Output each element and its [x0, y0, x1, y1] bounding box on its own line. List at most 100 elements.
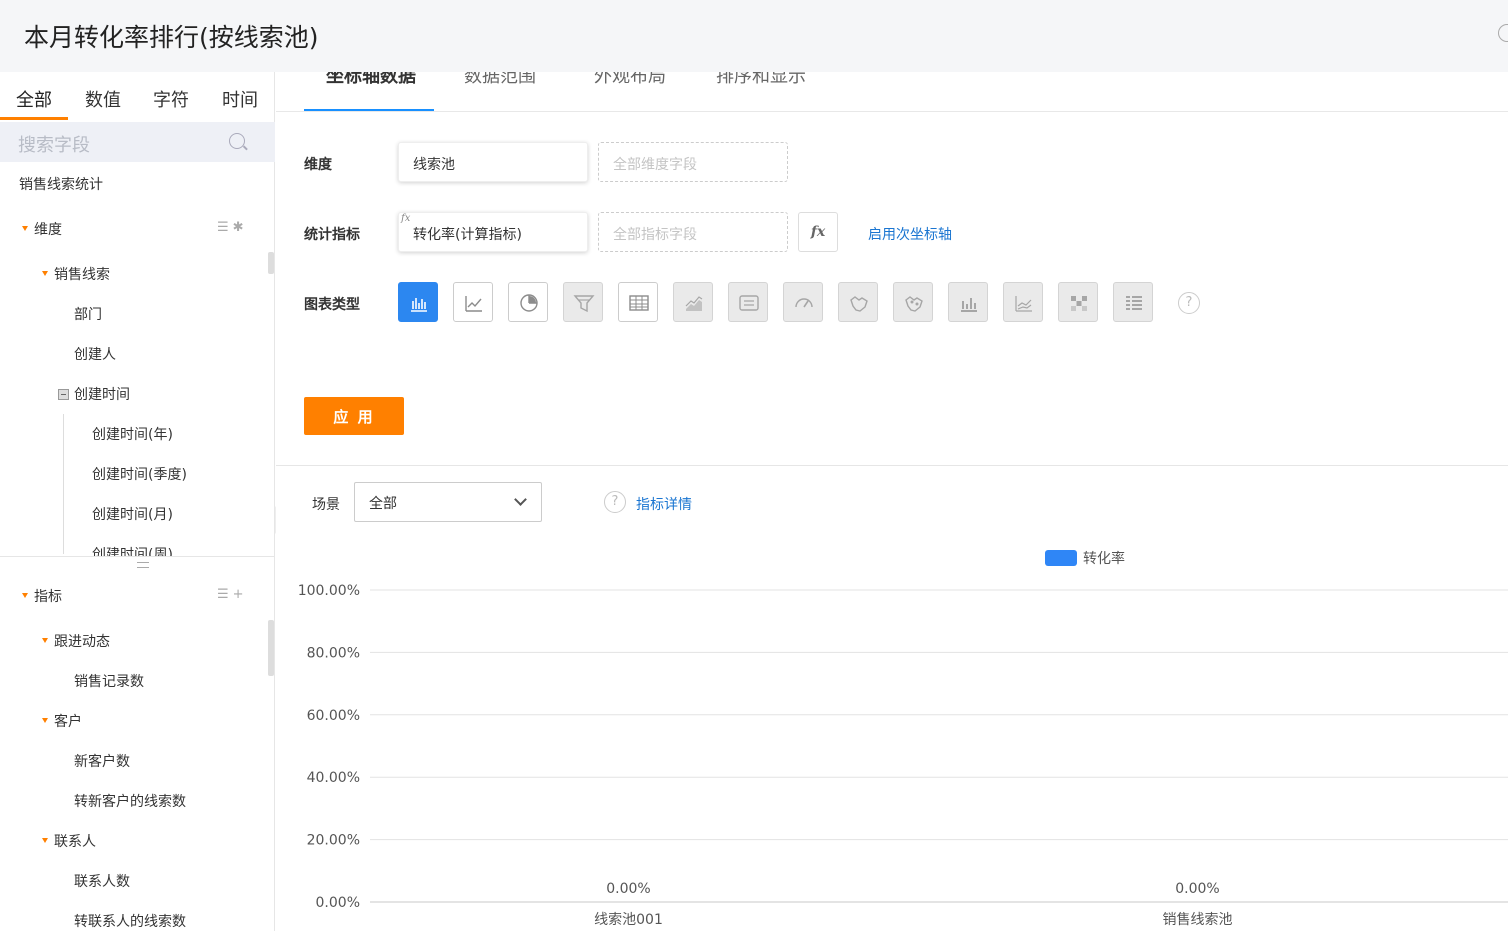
line-chart-icon	[465, 296, 482, 312]
chart-type-scatter-map	[893, 282, 933, 322]
legend-swatch	[1045, 550, 1077, 566]
table-chart-icon	[629, 295, 649, 311]
chart-type-pivot-table	[1113, 282, 1153, 322]
field-type-tabs: 全部 数值 字符 时间	[0, 72, 275, 122]
active-config-tab-indicator	[304, 109, 434, 111]
dimension-dropzone[interactable]: 全部维度字段	[598, 142, 788, 182]
field-create-time-quarter[interactable]: 创建时间(季度)	[92, 464, 187, 484]
formula-icon: fx	[401, 213, 411, 224]
dimension-tools[interactable]: ☰✱	[217, 220, 248, 235]
dataset-name: 销售线索统计	[19, 177, 103, 193]
tab-all[interactable]: 全部	[16, 86, 52, 112]
tree-group-create-time[interactable]: 创建时间	[58, 384, 130, 404]
metric-label: 统计指标	[304, 227, 360, 243]
chart-type-bar-chart[interactable]	[398, 282, 438, 322]
funnel-chart-icon	[573, 295, 595, 313]
dimension-section-toggle[interactable]: 维度	[22, 219, 62, 239]
bar-value-label: 0.00%	[1175, 881, 1219, 897]
tree-group-follow-up[interactable]: 跟进动态	[42, 631, 110, 651]
scene-select-value: 全部	[369, 496, 397, 512]
drag-handle-icon[interactable]	[137, 562, 149, 568]
dimension-field[interactable]: 线索池	[398, 142, 588, 182]
y-tick-label: 60.00%	[307, 708, 360, 724]
caret-down-icon	[22, 225, 28, 231]
chart-type-heatmap	[1058, 282, 1098, 322]
collapse-icon[interactable]	[58, 388, 69, 400]
x-tick-label: 线索池001	[594, 911, 663, 928]
help-icon[interactable]: ?	[604, 491, 626, 513]
y-tick-label: 80.00%	[307, 645, 360, 661]
pie-chart-icon	[520, 294, 538, 312]
tree-group-contact[interactable]: 联系人	[42, 831, 96, 851]
sort-icon[interactable]: ☰	[217, 220, 233, 235]
info-icon[interactable]	[1498, 24, 1508, 42]
panel-divider	[0, 556, 275, 557]
tab-sort-display[interactable]: 排序和显示	[716, 72, 806, 88]
heatmap-icon	[1071, 296, 1087, 311]
tab-axis-data[interactable]: 坐标轴数据	[326, 72, 416, 88]
chart-type-combo-bar	[948, 282, 988, 322]
field-leads-to-new-customer[interactable]: 转新客户的线索数	[74, 791, 186, 811]
pivot-table-icon	[1126, 296, 1142, 310]
chart-type-area-chart	[673, 282, 713, 322]
y-tick-label: 40.00%	[307, 770, 360, 786]
field-create-time-year[interactable]: 创建时间(年)	[92, 424, 173, 444]
tree-guide-line	[63, 414, 64, 554]
tab-appearance[interactable]: 外观布局	[594, 72, 666, 88]
apply-button[interactable]: 应 用	[304, 397, 404, 435]
metric-field[interactable]: fx 转化率(计算指标)	[398, 212, 588, 252]
tab-string[interactable]: 字符	[153, 86, 189, 112]
x-tick-label: 销售线索池	[1163, 911, 1233, 928]
chart-type-line-chart[interactable]	[453, 282, 493, 322]
gear-icon[interactable]: ✱	[233, 220, 248, 235]
tree-group-customer[interactable]: 客户	[42, 711, 82, 731]
metric-scrollbar[interactable]	[268, 620, 274, 676]
bar-chart: 0.00% 20.00% 40.00% 60.00% 80.00% 100.00% 转化率 0…	[298, 550, 1508, 928]
field-creator[interactable]: 创建人	[74, 344, 116, 364]
field-sidebar: 全部 数值 字符 时间 搜索字段 销售线索统计 维度 ☰✱ 销售线索 部门 创建…	[0, 72, 275, 931]
bar-value-label: 0.00%	[606, 881, 650, 897]
tab-data-range[interactable]: 数据范围	[464, 72, 536, 88]
enable-secondary-axis-link[interactable]: 启用次坐标轴	[868, 224, 952, 244]
search-icon[interactable]	[229, 133, 245, 149]
metric-tools[interactable]: ☰+	[217, 587, 248, 602]
search-input[interactable]: 搜索字段	[18, 131, 90, 157]
caret-down-icon	[42, 270, 48, 276]
chart-type-indicator-card	[728, 282, 768, 322]
caret-down-icon	[42, 837, 48, 843]
field-sales-record-count[interactable]: 销售记录数	[74, 671, 144, 691]
metric-dropzone[interactable]: 全部指标字段	[598, 212, 788, 252]
metric-section-toggle[interactable]: 指标	[22, 586, 62, 606]
chart-type-pie-chart[interactable]	[508, 282, 548, 322]
field-new-customer-count[interactable]: 新客户数	[74, 751, 130, 771]
tree-group-sales-lead[interactable]: 销售线索	[42, 264, 110, 284]
config-tabs: 坐标轴数据 数据范围 外观布局 排序和显示	[276, 72, 1508, 112]
field-create-time-week[interactable]: 创建时间(周)	[92, 544, 173, 556]
field-leads-to-contact[interactable]: 转联系人的线索数	[74, 911, 186, 931]
clip-area: 创建时间(周)	[0, 537, 268, 556]
caret-down-icon	[22, 592, 28, 598]
scatter-map-icon	[905, 296, 923, 312]
metric-section-label: 指标	[34, 589, 62, 605]
report-header: 本月转化率排行(按线索池)	[0, 0, 1508, 72]
field-department[interactable]: 部门	[74, 304, 102, 324]
field-create-time-month[interactable]: 创建时间(月)	[92, 504, 173, 524]
chart-type-map-chart	[838, 282, 878, 322]
y-tick-label: 0.00%	[316, 895, 360, 911]
formula-button[interactable]: fx	[798, 212, 838, 252]
chevron-down-icon	[514, 493, 527, 506]
tab-time[interactable]: 时间	[222, 86, 258, 112]
chart-type-table-chart[interactable]	[618, 282, 658, 322]
field-contact-count[interactable]: 联系人数	[74, 871, 130, 891]
chart-type-combo-line	[1003, 282, 1043, 322]
sort-icon[interactable]: ☰	[217, 587, 233, 602]
tab-numeric[interactable]: 数值	[85, 86, 121, 112]
scene-select[interactable]: 全部	[354, 482, 542, 522]
help-icon[interactable]: ?	[1178, 292, 1200, 314]
y-tick-label: 100.00%	[298, 583, 360, 599]
plus-icon[interactable]: +	[233, 587, 248, 602]
metric-details-link[interactable]: 指标详情	[636, 494, 692, 514]
dimension-scrollbar[interactable]	[268, 252, 274, 274]
page-title: 本月转化率排行(按线索池)	[24, 23, 319, 52]
field-search[interactable]: 搜索字段	[0, 122, 275, 162]
